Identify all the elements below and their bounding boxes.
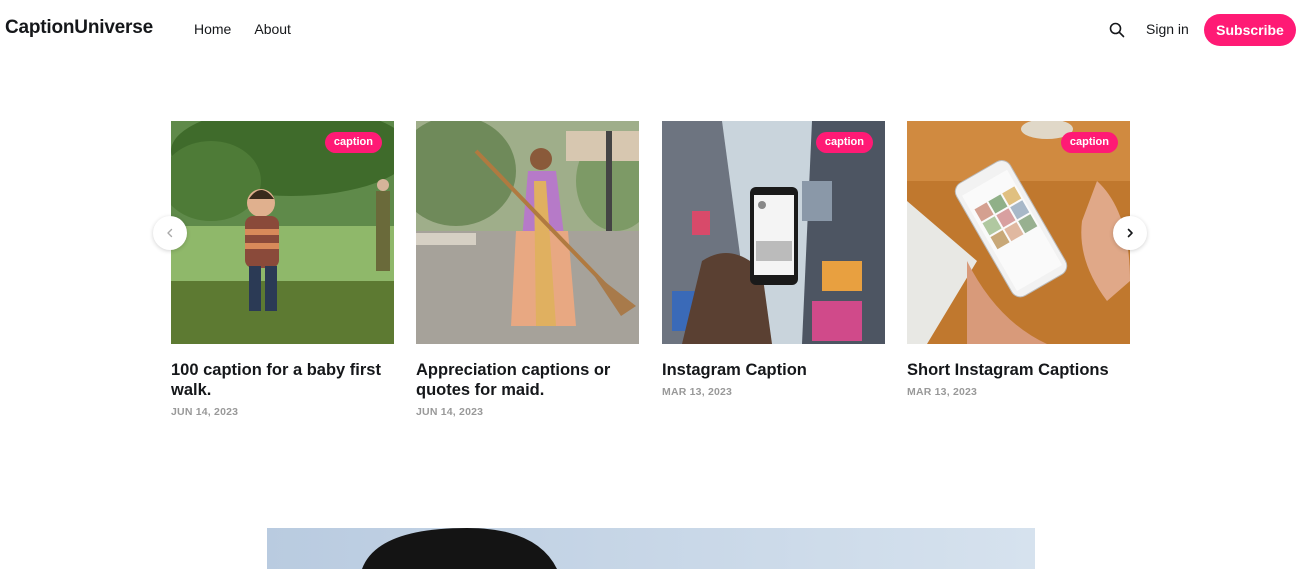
post-title[interactable]: 100 caption for a baby first walk. [171, 360, 394, 400]
post-carousel: caption 100 caption for a baby first wal… [171, 121, 1130, 431]
post-date: JUN 14, 2023 [171, 406, 239, 418]
subscribe-button[interactable]: Subscribe [1204, 14, 1296, 46]
post-title[interactable]: Appreciation captions or quotes for maid… [416, 360, 639, 400]
chevron-right-icon [1125, 226, 1135, 241]
post-image-woman-sweeping[interactable] [416, 121, 639, 344]
featured-post-image[interactable] [267, 528, 1035, 569]
nav-about-link[interactable]: About [254, 21, 291, 37]
main-nav: Home About [194, 21, 291, 37]
search-icon[interactable] [1108, 21, 1126, 39]
site-header: CaptionUniverse Home About Sign in Subsc… [0, 0, 1300, 60]
post-card[interactable]: caption 100 caption for a baby first wal… [171, 121, 394, 418]
post-card[interactable]: Appreciation captions or quotes for maid… [416, 121, 639, 418]
post-image-baby-walking[interactable]: caption [171, 121, 394, 344]
nav-home-link[interactable]: Home [194, 21, 231, 37]
post-image-phone-instagram[interactable]: caption [907, 121, 1130, 344]
post-image-phone-city[interactable]: caption [662, 121, 885, 344]
post-date: JUN 14, 2023 [416, 406, 484, 418]
post-date: MAR 13, 2023 [907, 386, 978, 398]
chevron-left-icon [165, 226, 175, 241]
carousel-next-button[interactable] [1113, 216, 1147, 250]
post-card[interactable]: caption Short Instagram Captions MAR 13,… [907, 121, 1130, 398]
post-title[interactable]: Instagram Caption [662, 360, 885, 380]
post-date: MAR 13, 2023 [662, 386, 733, 398]
sign-in-link[interactable]: Sign in [1146, 21, 1189, 37]
site-logo[interactable]: CaptionUniverse [5, 17, 153, 39]
post-card[interactable]: caption Instagram Caption MAR 13, 2023 [662, 121, 885, 398]
carousel-prev-button[interactable] [153, 216, 187, 250]
post-title[interactable]: Short Instagram Captions [907, 360, 1130, 380]
category-tag[interactable]: caption [324, 132, 382, 153]
category-tag[interactable]: caption [815, 132, 873, 153]
category-tag[interactable]: caption [1060, 132, 1118, 153]
